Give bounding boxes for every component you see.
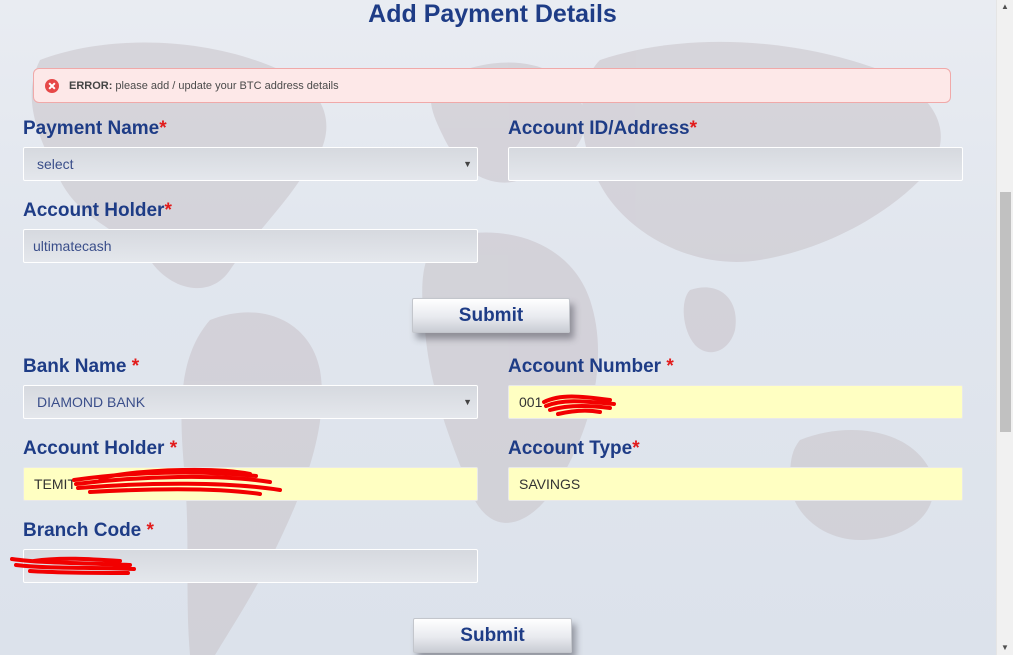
error-circle-x-icon	[45, 78, 59, 93]
scrollbar-thumb[interactable]	[1000, 192, 1011, 432]
branch-code-input[interactable]	[23, 549, 478, 583]
dropdown-arrow-icon: ▼	[463, 159, 472, 169]
account-number-input[interactable]: 001	[508, 385, 963, 419]
payment-name-select[interactable]: select ▼	[23, 147, 478, 181]
scroll-up-arrow-icon[interactable]: ▲	[997, 0, 1013, 14]
account-type-input[interactable]: SAVINGS	[508, 467, 963, 501]
crypto-account-holder-input[interactable]: ultimatecash	[23, 229, 478, 263]
branch-code-label: Branch Code *	[23, 520, 154, 541]
account-number-label: Account Number *	[508, 356, 674, 377]
error-alert: ERROR: please add / update your BTC addr…	[33, 68, 951, 103]
bank-name-select-value: DIAMOND BANK	[37, 394, 146, 410]
account-id-label: Account ID/Address*	[508, 118, 697, 139]
payment-details-page: Add Payment Details ERROR: please add / …	[0, 0, 996, 655]
bank-account-holder-input[interactable]: TEMIT	[23, 467, 478, 501]
bank-submit-button[interactable]: Submit	[413, 618, 572, 653]
vertical-scrollbar[interactable]: ▲ ▼	[996, 0, 1013, 655]
bank-name-label: Bank Name *	[23, 356, 140, 377]
bank-name-select[interactable]: DIAMOND BANK ▼	[23, 385, 478, 419]
account-type-label: Account Type*	[508, 438, 640, 459]
page-title: Add Payment Details	[368, 0, 617, 28]
alert-message: please add / update your BTC address det…	[115, 79, 339, 92]
payment-name-select-value: select	[37, 156, 74, 172]
dropdown-arrow-icon: ▼	[463, 397, 472, 407]
crypto-submit-button[interactable]: Submit	[412, 298, 570, 333]
payment-name-label: Payment Name*	[23, 118, 167, 139]
account-id-input[interactable]	[508, 147, 963, 181]
alert-label: ERROR:	[69, 79, 113, 92]
bank-account-holder-label: Account Holder *	[23, 438, 178, 459]
scroll-down-arrow-icon[interactable]: ▼	[997, 641, 1013, 655]
crypto-account-holder-label: Account Holder*	[23, 200, 172, 221]
